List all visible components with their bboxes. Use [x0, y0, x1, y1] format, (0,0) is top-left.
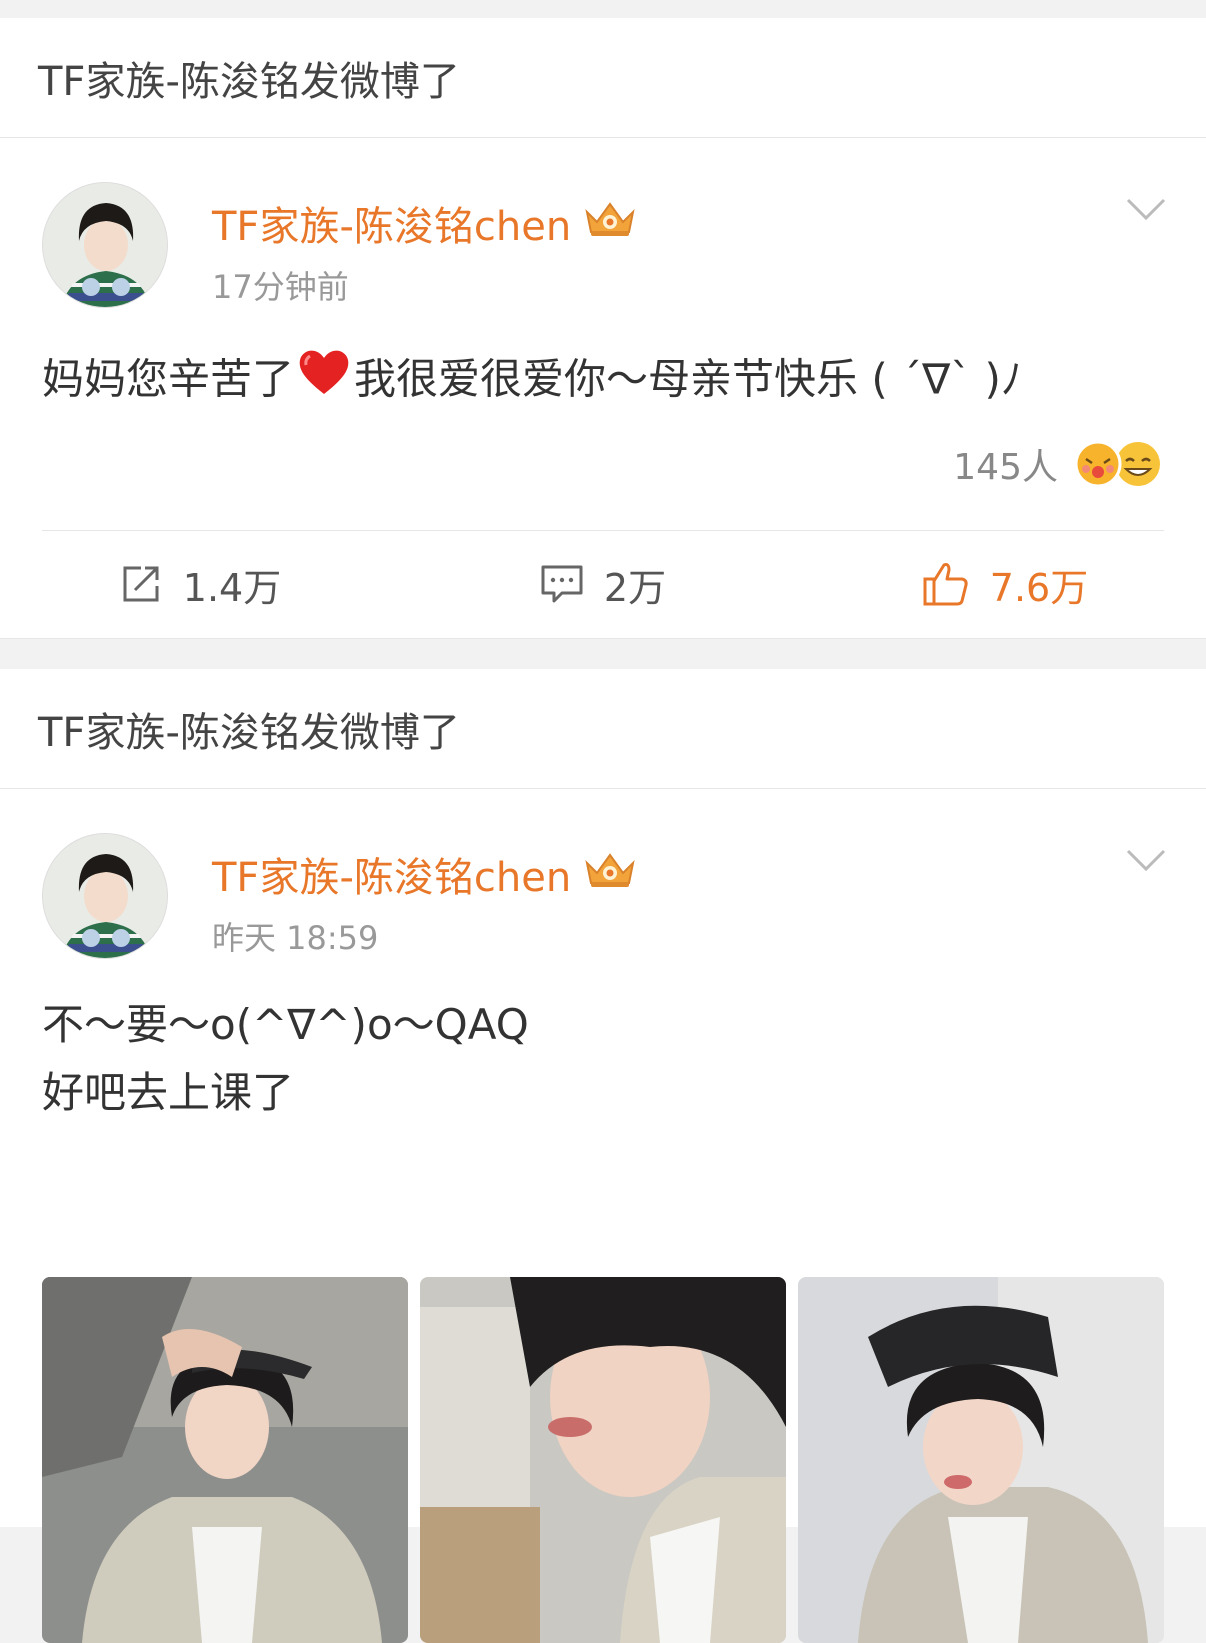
user-name-text[interactable]: TF家族-陈浚铭chen	[212, 194, 571, 252]
repost-count: 1.4万	[182, 565, 282, 610]
repost-icon	[123, 566, 159, 602]
comment-button[interactable]: 2万	[402, 531, 804, 637]
photo-thumbnail[interactable]	[798, 1277, 1164, 1643]
reaction-count: 145人	[953, 447, 1058, 488]
chevron-down-icon[interactable]	[1126, 847, 1166, 873]
post-text-part: 我很爱很爱你～母亲节快乐 ( ´∇` )ﾉ	[354, 354, 1022, 404]
section-gap	[0, 639, 1206, 669]
photo-thumbnail[interactable]	[420, 1277, 786, 1643]
photo-thumbnail[interactable]	[42, 1277, 408, 1643]
emoji-faces-icon	[1072, 439, 1164, 489]
feed-header: TF家族-陈浚铭发微博了	[0, 18, 1206, 138]
thumbs-up-icon	[923, 563, 968, 606]
action-bar: 1.4万 2万 7.6万	[0, 531, 1206, 637]
like-count: 7.6万	[989, 565, 1089, 610]
chevron-down-icon[interactable]	[1126, 196, 1166, 222]
crown-icon	[583, 849, 637, 899]
post-time: 昨天 18:59	[212, 919, 379, 957]
user-name[interactable]: TF家族-陈浚铭chen	[212, 845, 637, 903]
user-name[interactable]: TF家族-陈浚铭chen	[212, 194, 637, 252]
post-card[interactable]: TF家族-陈浚铭chen 昨天 18:59 不～要～o(^∇^)o～QAQ 好吧…	[0, 789, 1206, 1643]
feed-header-text: TF家族-陈浚铭发微博了	[38, 709, 460, 756]
post-text-line: 不～要～o(^∇^)o～QAQ	[42, 1000, 529, 1049]
feed-header-text: TF家族-陈浚铭发微博了	[38, 58, 460, 105]
avatar[interactable]	[42, 833, 168, 959]
comment-icon	[541, 565, 583, 603]
crown-icon	[583, 198, 637, 248]
reaction-summary[interactable]: 145人	[953, 438, 1164, 490]
feed-header: TF家族-陈浚铭发微博了	[0, 669, 1206, 789]
post-text: 妈妈您辛苦了 我很爱很爱你～母亲节快乐 ( ´∇` )ﾉ	[42, 344, 1022, 420]
post-text-part: 妈妈您辛苦了	[42, 354, 295, 404]
avatar[interactable]	[42, 182, 168, 308]
post-text: 不～要～o(^∇^)o～QAQ 好吧去上课了	[42, 991, 529, 1127]
post-card[interactable]: TF家族-陈浚铭chen 17分钟前 妈妈您辛苦了 我很爱很爱你～母亲节快乐 ( …	[0, 138, 1206, 639]
post-time: 17分钟前	[212, 268, 349, 306]
comment-count: 2万	[603, 565, 667, 610]
heart-icon	[296, 344, 352, 420]
photo-grid	[42, 1277, 1164, 1643]
user-name-text[interactable]: TF家族-陈浚铭chen	[212, 845, 571, 903]
repost-button[interactable]: 1.4万	[0, 531, 402, 637]
like-button[interactable]: 7.6万	[804, 531, 1206, 637]
post-text-line: 好吧去上课了	[42, 1068, 295, 1117]
top-gap	[0, 0, 1206, 18]
